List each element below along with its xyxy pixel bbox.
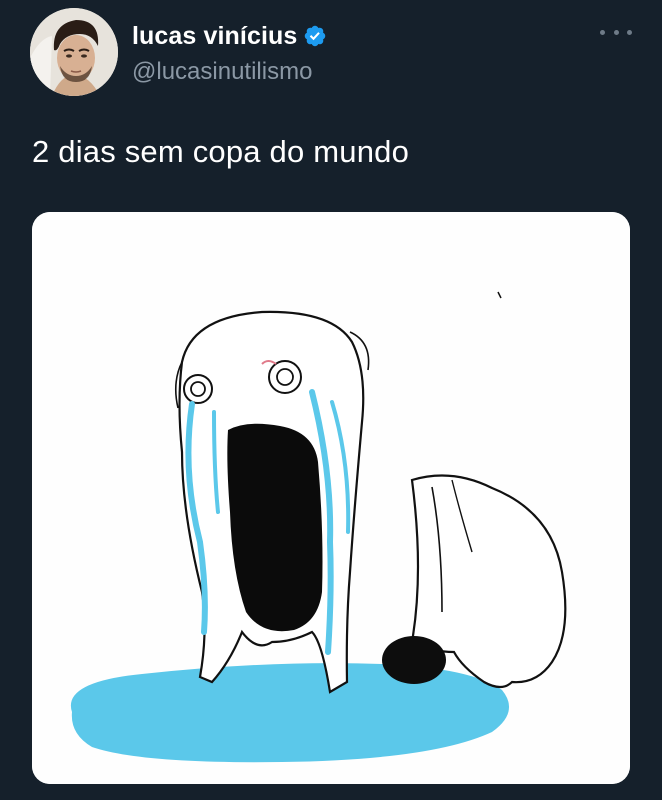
author-names: lucas vinícius @lucasinutilismo <box>132 20 327 86</box>
name-row: lucas vinícius <box>132 20 327 52</box>
tweet-media-image[interactable] <box>32 212 630 784</box>
display-name[interactable]: lucas vinícius <box>132 22 297 51</box>
more-dot <box>627 29 632 35</box>
more-dot <box>600 29 605 35</box>
tweet: lucas vinícius @lucasinutilismo 2 dias s… <box>0 0 662 800</box>
tweet-text: 2 dias sem copa do mundo <box>32 134 410 169</box>
verified-badge-icon <box>305 25 326 47</box>
more-dot <box>613 29 619 35</box>
more-options-icon[interactable] <box>600 22 632 42</box>
user-handle[interactable]: @lucasinutilismo <box>132 58 327 86</box>
avatar[interactable] <box>30 8 118 96</box>
tweet-header: lucas vinícius @lucasinutilismo <box>30 8 327 96</box>
